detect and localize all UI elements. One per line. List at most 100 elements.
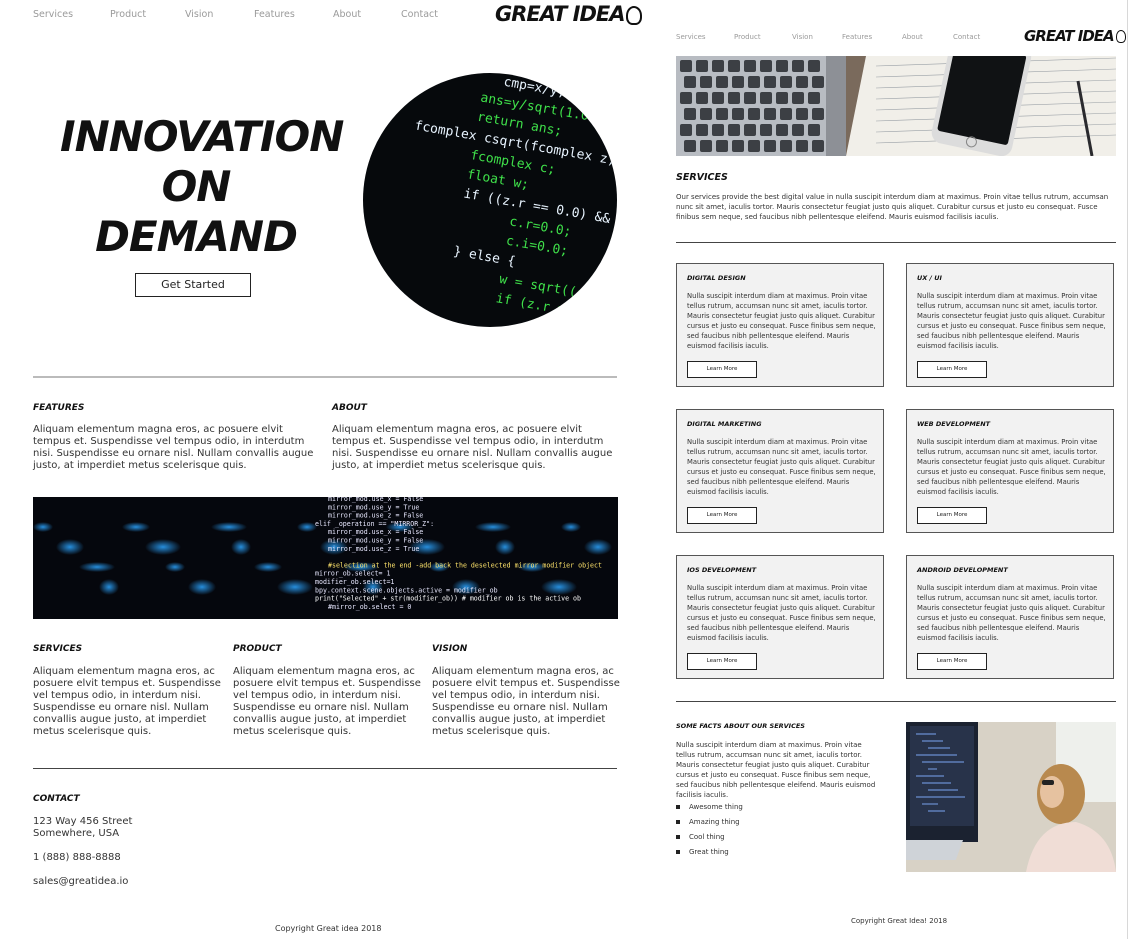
keyboard-key xyxy=(716,108,728,120)
nav-link-product[interactable]: Product xyxy=(110,9,146,20)
code-circle-graphic: cmp=x/y;ans=y/sqrt(1.0+cmpreturn ans;fco… xyxy=(413,75,617,327)
card-title: DIGITAL MARKETING xyxy=(687,420,762,428)
logo[interactable]: GREAT IDEA xyxy=(495,2,643,26)
keyboard-key xyxy=(744,60,756,72)
developer-photo-graphic xyxy=(906,722,1116,872)
code-line: bpy.context.scene.objects.active = modif… xyxy=(315,586,498,594)
code-banner-graphic: mirror_mod.use_x = Falsemirror_mod.use_y… xyxy=(33,497,612,611)
keyboard-key xyxy=(684,76,696,88)
contact-address-line2: Somewhere, USA xyxy=(33,828,120,839)
learn-more-button[interactable]: Learn More xyxy=(917,507,987,524)
bokeh-light xyxy=(211,522,247,532)
facts-heading: SOME FACTS ABOUT OUR SERVICES xyxy=(676,722,805,730)
features-heading: FEATURES xyxy=(33,403,85,413)
learn-more-button[interactable]: Learn More xyxy=(687,507,757,524)
keyboard-key xyxy=(764,108,776,120)
nav-link-product[interactable]: Product xyxy=(734,33,761,41)
product-heading: PRODUCT xyxy=(233,644,282,654)
nav-link-contact[interactable]: Contact xyxy=(953,33,980,41)
keyboard-key xyxy=(680,60,692,72)
keyboard-key xyxy=(796,76,808,88)
code-line: mirror_mod.use_y = True xyxy=(328,503,419,511)
keyboard-key xyxy=(748,76,760,88)
logo[interactable]: GREAT IDEA xyxy=(1024,27,1126,45)
desk-photo xyxy=(676,56,1116,156)
hero-code-image: cmp=x/y; ans=y/sqrt(1.0+cmp return ans; fco… xyxy=(363,73,617,327)
nav-link-contact[interactable]: Contact xyxy=(401,9,438,20)
code-line: mirror_mod.use_z = True xyxy=(328,545,419,553)
keyboard-key xyxy=(776,124,788,136)
bokeh-light xyxy=(297,522,317,532)
nav-link-about[interactable]: About xyxy=(902,33,923,41)
learn-more-button[interactable]: Learn More xyxy=(917,653,987,670)
code-banner-image: mirror_mod.use_x = False mirror_mod.use_y… xyxy=(33,497,618,619)
keyboard-key xyxy=(764,140,776,152)
keyboard-key xyxy=(684,108,696,120)
keyboard-key xyxy=(728,92,740,104)
keyboard-key xyxy=(712,60,724,72)
nav-link-services[interactable]: Services xyxy=(33,9,73,20)
facts-list: Awesome thing Amazing thing Cool thing G… xyxy=(676,800,743,860)
lightbulb-icon xyxy=(1115,30,1126,43)
card-title: IOS DEVELOPMENT xyxy=(687,566,757,574)
keyboard-key xyxy=(812,76,824,88)
bokeh-light xyxy=(254,562,282,572)
nav-link-features[interactable]: Features xyxy=(842,33,872,41)
keyboard-key xyxy=(812,108,824,120)
hero-title-line: ON xyxy=(161,162,232,211)
nav-link-features[interactable]: Features xyxy=(254,9,295,20)
logo-text: GREAT IDEA xyxy=(1024,27,1115,45)
card-title: WEB DEVELOPMENT xyxy=(917,420,991,428)
learn-more-button[interactable]: Learn More xyxy=(917,361,987,378)
card-title: ANDROID DEVELOPMENT xyxy=(917,566,1008,574)
features-text: Aliquam elementum magna eros, ac posuere… xyxy=(33,424,314,471)
keyboard-key xyxy=(808,60,820,72)
hero-title-line: INNOVATION xyxy=(60,112,344,161)
services-text: Aliquam elementum magna eros, ac posuere… xyxy=(33,666,221,737)
desk-photo-graphic xyxy=(676,56,1116,156)
divider xyxy=(33,768,617,769)
nav-link-vision[interactable]: Vision xyxy=(792,33,813,41)
services-heading: SERVICES xyxy=(33,644,83,654)
keyboard-key xyxy=(792,60,804,72)
learn-more-button[interactable]: Learn More xyxy=(687,653,757,670)
bokeh-light xyxy=(475,522,511,532)
keyboard-key xyxy=(808,92,820,104)
nav-link-services[interactable]: Services xyxy=(676,33,706,41)
nav-link-vision[interactable]: Vision xyxy=(185,9,213,20)
keyboard-key xyxy=(700,108,712,120)
code-line: print("Selected" + str(modifier_ob)) # m… xyxy=(315,595,581,603)
bokeh-light xyxy=(79,562,115,572)
code-line: mirror_ob.select= 1 xyxy=(315,570,390,578)
card-text: Nulla suscipit interdum diam at maximus.… xyxy=(687,292,876,350)
keyboard-key xyxy=(696,60,708,72)
keyboard-key xyxy=(680,92,692,104)
keyboard-key xyxy=(728,124,740,136)
card-title: UX / UI xyxy=(917,274,942,282)
bokeh-light xyxy=(188,579,216,595)
code-line: mirror_mod.use_x = False xyxy=(328,497,423,503)
keyboard-key xyxy=(732,140,744,152)
facts-text: Nulla suscipit interdum diam at maximus.… xyxy=(676,741,876,799)
contact-phone[interactable]: 1 (888) 888-8888 xyxy=(33,852,121,864)
keyboard-key xyxy=(732,76,744,88)
code-line: mirror_mod.use_x = False xyxy=(328,528,423,536)
get-started-button[interactable]: Get Started xyxy=(135,273,251,297)
services-heading: SERVICES xyxy=(676,172,728,183)
keyboard-key xyxy=(732,108,744,120)
nav-link-about[interactable]: About xyxy=(333,9,361,20)
card-text: Nulla suscipit interdum diam at maximus.… xyxy=(687,438,876,496)
code-line: modifier_ob.select=1 xyxy=(315,578,394,586)
hero-title: INNOVATION ON DEMAND xyxy=(60,112,344,262)
bokeh-light xyxy=(165,562,185,572)
product-text: Aliquam elementum magna eros, ac posuere… xyxy=(233,666,421,737)
lightbulb-icon xyxy=(626,5,643,25)
keyboard-key xyxy=(796,140,808,152)
contact-email[interactable]: sales@greatidea.io xyxy=(33,876,128,888)
services-text: Our services provide the best digital va… xyxy=(676,193,1109,221)
learn-more-button[interactable]: Learn More xyxy=(687,361,757,378)
bokeh-light xyxy=(99,579,119,595)
keyboard-key xyxy=(780,76,792,88)
keyboard-key xyxy=(796,108,808,120)
keyboard-key xyxy=(808,124,820,136)
